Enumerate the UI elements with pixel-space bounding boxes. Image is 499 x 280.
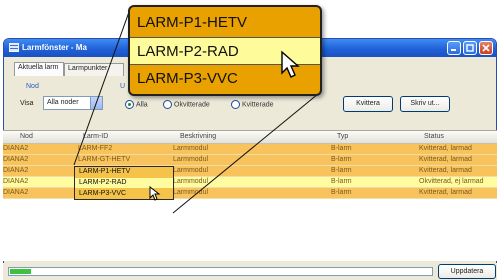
mouse-cursor-large-icon — [281, 50, 300, 78]
callout-item: LARM-P1-HETV — [137, 14, 248, 31]
